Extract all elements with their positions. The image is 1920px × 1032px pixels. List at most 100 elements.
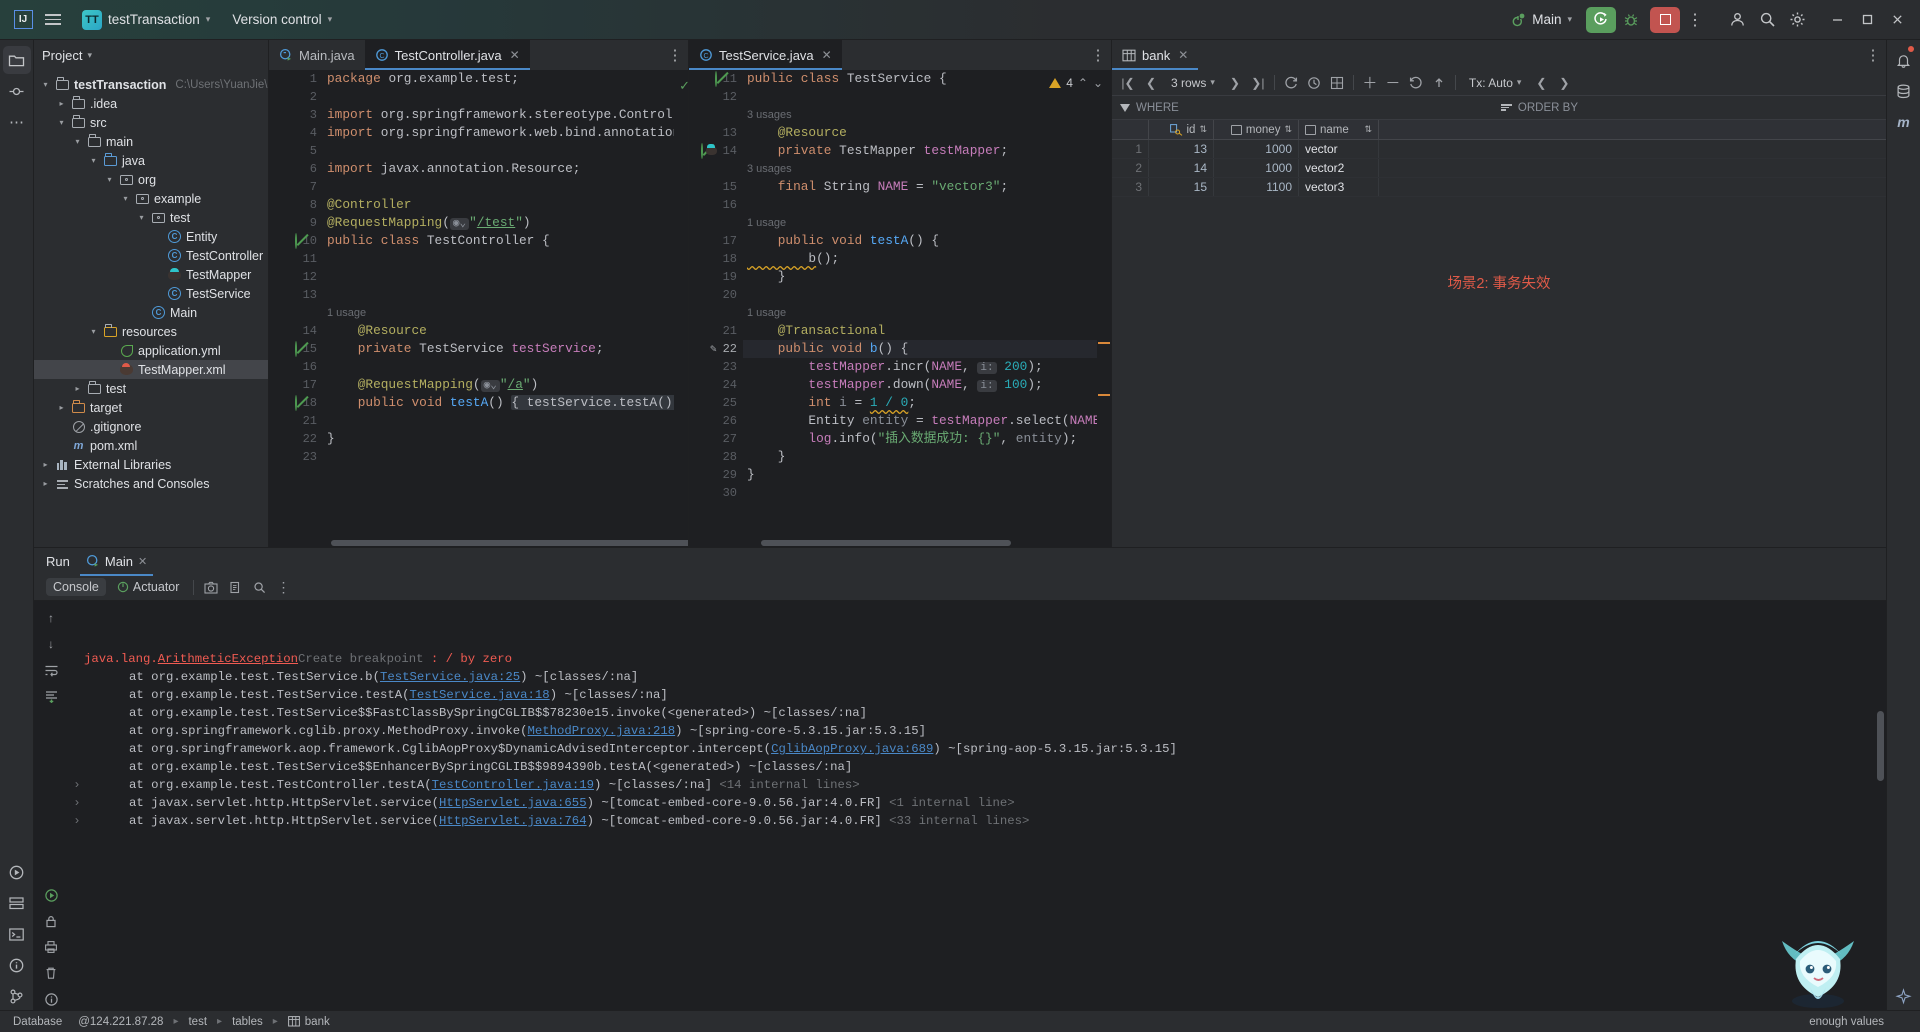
grid-header-money[interactable]: money ⇅ xyxy=(1214,120,1299,139)
sort-icon[interactable] xyxy=(1500,104,1512,111)
gutter-line-11[interactable]: 11 xyxy=(689,70,743,88)
hamburger-menu-icon[interactable] xyxy=(38,5,68,35)
more-tools-button[interactable]: ⋯ xyxy=(3,108,31,136)
close-tab-icon[interactable]: ✕ xyxy=(510,48,520,62)
stop-button[interactable] xyxy=(1650,6,1680,33)
code-line-6[interactable]: import javax.annotation.Resource; xyxy=(323,160,674,178)
editor1-marker-bar[interactable]: ✓ xyxy=(674,70,688,547)
breadcrumb-item[interactable]: @124.221.87.28 xyxy=(73,1015,168,1029)
gutter-line-12[interactable]: 12 xyxy=(269,268,323,286)
tree-node-testmapper[interactable]: TestMapper xyxy=(34,265,268,284)
tree-node-test[interactable]: ▸ test xyxy=(34,379,268,398)
gutter-line-15[interactable]: 15 xyxy=(269,340,323,358)
close-tab-icon[interactable]: ✕ xyxy=(138,555,147,568)
chevron-right-icon[interactable]: ▸ xyxy=(56,99,67,108)
chevron-down-icon[interactable]: ▾ xyxy=(40,80,51,89)
gutter-line-15[interactable]: 15 xyxy=(689,178,743,196)
gutter-line-1[interactable]: 1 xyxy=(269,70,323,88)
chevron-down-icon[interactable]: ▾ xyxy=(88,327,99,336)
editor1-hscrollbar[interactable] xyxy=(269,538,688,547)
debug-button[interactable] xyxy=(1616,5,1646,35)
console-more-button[interactable]: ⋮ xyxy=(273,577,293,597)
gutter-line-4[interactable]: 4 xyxy=(269,124,323,142)
code-line-18[interactable]: b(); xyxy=(743,250,1097,268)
chevron-down-icon[interactable]: ▾ xyxy=(88,156,99,165)
console-line[interactable]: java.lang.ArithmeticExceptionCreate brea… xyxy=(70,650,1886,668)
gutter-line-23[interactable]: 23 xyxy=(689,358,743,376)
gutter-line-27[interactable]: 27 xyxy=(689,430,743,448)
database-grid[interactable]: id ⇅ money ⇅ name ⇅ 1 13 1000 vector 2 14 1000… xyxy=(1112,120,1886,197)
code-line-25[interactable]: int i = 1 / 0; xyxy=(743,394,1097,412)
tree-node-gitignore[interactable]: .gitignore xyxy=(34,417,268,436)
gutter-line-30[interactable]: 30 xyxy=(689,484,743,502)
problems-tool-button[interactable] xyxy=(3,951,31,979)
mybatis-gutter-icon[interactable] xyxy=(705,144,717,156)
usage-hint[interactable]: 3 usages xyxy=(743,160,1097,178)
database-tool-button[interactable] xyxy=(1890,77,1918,105)
run-gutter-icon[interactable] xyxy=(714,71,717,87)
bean-gutter-icon[interactable] xyxy=(294,341,297,357)
run-button[interactable] xyxy=(1586,6,1616,33)
editor2-hscrollbar[interactable] xyxy=(689,538,1111,547)
console-line[interactable]: at org.example.test.TestService$$Enhance… xyxy=(70,758,1886,776)
cell-id[interactable]: 13 xyxy=(1149,140,1214,158)
cell-id[interactable]: 14 xyxy=(1149,159,1214,177)
cell-money[interactable]: 1000 xyxy=(1214,159,1299,177)
chevron-down-icon[interactable]: ▾ xyxy=(136,213,147,222)
code-line-17[interactable]: @RequestMapping(◉⌄ "/a") xyxy=(323,376,674,394)
tab-main-java[interactable]: Main.java xyxy=(269,40,365,70)
tab-testcontroller-java[interactable]: C TestController.java ✕ xyxy=(364,40,530,70)
chevron-right-icon[interactable]: ▸ xyxy=(56,403,67,412)
editor2-marker-bar[interactable] xyxy=(1097,70,1111,547)
tree-node-test[interactable]: ▾ test xyxy=(34,208,268,227)
print-button[interactable] xyxy=(39,936,63,958)
console-line[interactable]: at org.example.test.TestService.testA(Te… xyxy=(70,686,1886,704)
code-line-3[interactable]: import org.springframework.stereotype.Co… xyxy=(323,106,674,124)
run-tool-button[interactable] xyxy=(3,858,31,886)
code-line-22[interactable]: } xyxy=(323,430,674,448)
tree-node-testmapper-xml[interactable]: TestMapper.xml xyxy=(34,360,268,379)
gutter-line-9[interactable]: 9 xyxy=(269,214,323,232)
run-gutter-icon[interactable] xyxy=(294,395,297,411)
remove-row-button[interactable]: － xyxy=(1383,73,1403,93)
usage-hint[interactable]: 1 usage xyxy=(743,214,1097,232)
gutter-line-21[interactable]: 21 xyxy=(689,322,743,340)
more-actions-button[interactable]: ⋮ xyxy=(1680,5,1710,35)
breadcrumb-item[interactable]: bank xyxy=(283,1015,335,1029)
gutter-line-10[interactable]: 10 xyxy=(269,232,323,250)
code-line-12[interactable] xyxy=(743,88,1097,106)
soft-wrap-button[interactable] xyxy=(39,659,63,681)
maximize-window-button[interactable] xyxy=(1852,5,1882,35)
code-line-26[interactable]: Entity entity = testMapper.select(NAME); xyxy=(743,412,1097,430)
tree-node-testservice[interactable]: C TestService xyxy=(34,284,268,303)
first-page-button[interactable]: |❮ xyxy=(1118,73,1138,93)
code-line-2[interactable] xyxy=(323,88,674,106)
code-line-27[interactable]: log.info("插入数据成功: {}", entity); xyxy=(743,430,1097,448)
inspection-ok-icon[interactable]: ✓ xyxy=(679,78,688,94)
commit-tool-button[interactable] xyxy=(3,77,31,105)
code-line-16[interactable] xyxy=(743,196,1097,214)
code-line-18[interactable]: public void testA() { testService.testA(… xyxy=(323,394,674,412)
editor2-code[interactable]: public class TestService { 3 usages @Res… xyxy=(743,70,1097,547)
tree-node-example[interactable]: ▾ example xyxy=(34,189,268,208)
code-line-13[interactable] xyxy=(323,286,674,304)
next-page-button[interactable]: ❯ xyxy=(1225,73,1245,93)
cell-name[interactable]: vector2 xyxy=(1299,159,1379,177)
editor2-gutter[interactable]: 11 12 13 14 15 16 17 18 19 20 21 ✎ 22 23 24 25 26 27 28 29 3… xyxy=(689,70,743,547)
editor2-body[interactable]: 11 12 13 14 15 16 17 18 19 20 21 ✎ 22 23 24 25 26 27 28 29 3… xyxy=(689,70,1111,547)
scroll-to-end-button[interactable] xyxy=(39,685,63,707)
services-tool-button[interactable] xyxy=(3,889,31,917)
gutter-line-6[interactable]: 6 xyxy=(269,160,323,178)
gutter-line-13[interactable]: 13 xyxy=(269,286,323,304)
console-line[interactable]: at org.example.test.TestService$$FastCla… xyxy=(70,704,1886,722)
submit-button[interactable] xyxy=(1429,73,1449,93)
gutter-line-2[interactable]: 2 xyxy=(269,88,323,106)
console-line[interactable]: at org.springframework.aop.framework.Cgl… xyxy=(70,740,1886,758)
tree-node-main[interactable]: C Main xyxy=(34,303,268,322)
rerun-button[interactable] xyxy=(39,884,63,906)
gutter-line-13[interactable]: 13 xyxy=(689,124,743,142)
gutter-line-11[interactable]: 11 xyxy=(269,250,323,268)
code-line-21[interactable]: @Transactional xyxy=(743,322,1097,340)
code-line-11[interactable] xyxy=(323,250,674,268)
account-button[interactable] xyxy=(1722,5,1752,35)
